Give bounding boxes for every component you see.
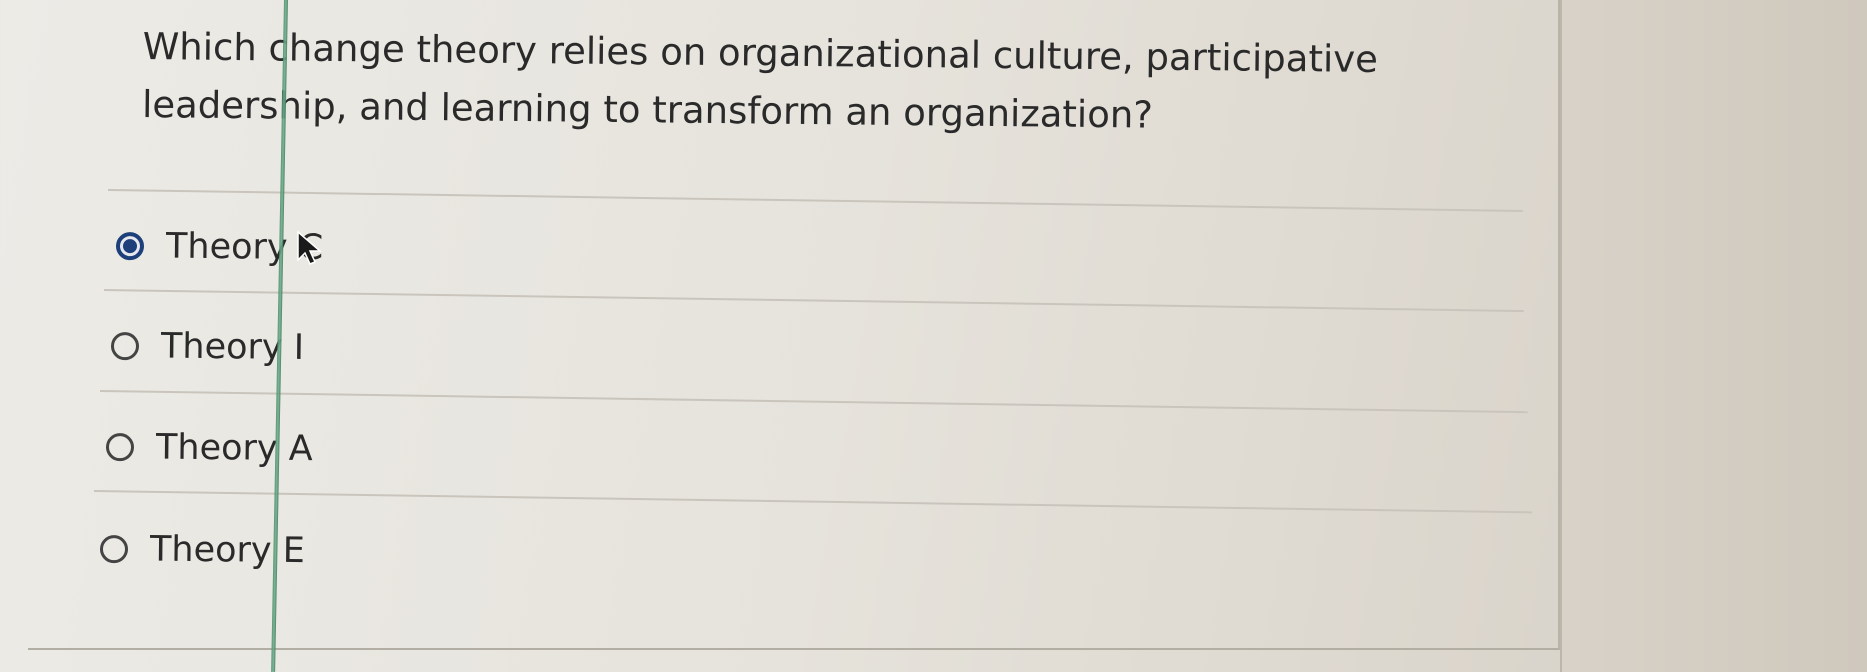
option-label: Theory E <box>149 529 306 572</box>
option-theory-c[interactable]: Theory C <box>115 226 324 268</box>
right-side-panel <box>1560 0 1867 672</box>
option-theory-i[interactable]: Theory I <box>110 326 305 369</box>
divider <box>107 189 1523 212</box>
option-label: Theory A <box>155 427 313 470</box>
radio-button[interactable] <box>99 535 129 564</box>
divider <box>103 289 1524 313</box>
question-text: Which change theory relies on organizati… <box>141 24 1379 137</box>
radio-dot-icon <box>122 239 138 254</box>
radio-button-selected[interactable] <box>115 232 145 261</box>
option-theory-a[interactable]: Theory A <box>105 427 313 470</box>
option-label: Theory I <box>160 326 305 369</box>
divider <box>93 490 1532 514</box>
divider <box>99 390 1528 414</box>
radio-button[interactable] <box>105 433 135 462</box>
radio-button[interactable] <box>110 332 140 361</box>
question-card: Which change theory relies on organizati… <box>28 0 1560 650</box>
mouse-pointer-icon <box>297 230 323 265</box>
